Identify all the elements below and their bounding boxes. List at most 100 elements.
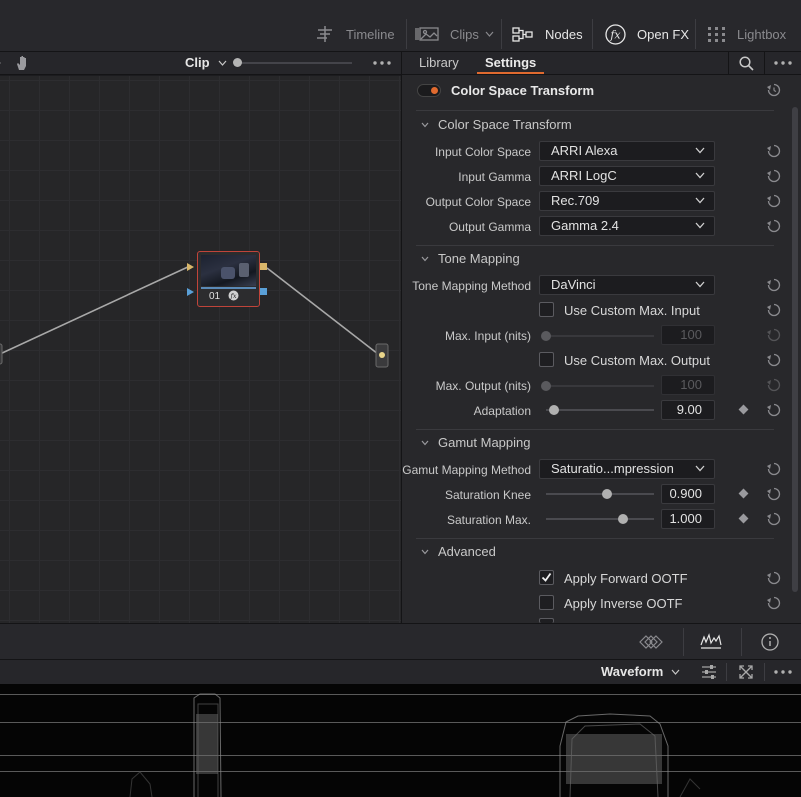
node-alpha-input[interactable]	[187, 288, 194, 296]
keyframe-icon[interactable]	[738, 404, 749, 415]
nodes-label: Nodes	[545, 26, 583, 42]
active-tab-indicator	[477, 72, 544, 74]
section-divider	[416, 429, 774, 430]
node-01[interactable]: 01 fx	[197, 251, 260, 307]
saturation-max-label: Saturation Max.	[446, 513, 531, 527]
reset-icon[interactable]	[766, 352, 782, 368]
saturation-knee-field[interactable]: 0.900	[661, 484, 715, 504]
input-color-space-value: ARRI Alexa	[551, 143, 618, 158]
checkmark-icon	[541, 572, 552, 582]
gamut-mapping-method-select[interactable]: Saturatio...mpression	[539, 459, 715, 479]
info-icon[interactable]	[761, 633, 779, 651]
section-divider	[416, 110, 774, 111]
effect-enable-toggle[interactable]	[417, 84, 441, 97]
scope-mode-select[interactable]: Waveform	[601, 664, 680, 679]
effect-title: Color Space Transform	[451, 83, 595, 98]
saturation-max-slider-track[interactable]	[546, 518, 654, 520]
keyframe-icon[interactable]	[738, 513, 749, 524]
reset-icon[interactable]	[766, 511, 782, 527]
tone-mapping-method-select[interactable]: DaVinci	[539, 275, 715, 295]
section-advanced-header[interactable]: Advanced	[421, 544, 496, 559]
chevron-down-icon	[421, 549, 429, 554]
saturation-knee-slider-track[interactable]	[546, 493, 654, 495]
node-number: 01	[209, 291, 221, 302]
input-color-space-label: Input Color Space	[434, 145, 531, 159]
expand-icon[interactable]	[739, 665, 753, 679]
section-divider	[416, 245, 774, 246]
settings-scrollbar[interactable]	[792, 107, 798, 592]
node-mode-select[interactable]: Clip	[185, 55, 227, 70]
clips-toggle[interactable]: Clips	[415, 17, 494, 51]
section-cst-header[interactable]: Color Space Transform	[421, 117, 572, 132]
input-gamma-select[interactable]: ARRI LogC	[539, 166, 715, 186]
source-input-node[interactable]	[0, 343, 3, 365]
node-alpha-output[interactable]	[260, 288, 267, 295]
toolbar-divider	[695, 19, 696, 49]
node-thumbnail	[201, 255, 256, 286]
tab-library[interactable]: Library	[419, 55, 459, 70]
section-advanced-label: Advanced	[438, 544, 496, 559]
adaptation-field[interactable]: 9.00	[661, 400, 715, 420]
reset-icon[interactable]	[766, 461, 782, 477]
scope-settings-icon[interactable]	[701, 664, 717, 680]
tab-settings[interactable]: Settings	[485, 55, 536, 70]
reset-icon[interactable]	[766, 168, 782, 184]
chevron-down-icon	[218, 60, 227, 66]
zoom-slider-knob[interactable]	[233, 58, 242, 67]
node-rgb-input[interactable]	[187, 263, 194, 271]
node-rgb-output[interactable]	[260, 263, 267, 270]
section-gamut-header[interactable]: Gamut Mapping	[421, 435, 531, 450]
max-input-slider-track	[546, 335, 654, 337]
use-custom-max-input-checkbox[interactable]	[539, 302, 554, 317]
chevron-down-icon	[695, 222, 705, 229]
reset-icon[interactable]	[766, 143, 782, 159]
nodes-toggle[interactable]: Nodes	[512, 17, 583, 51]
reset-icon[interactable]	[766, 486, 782, 502]
effect-reset-icon[interactable]	[766, 82, 782, 98]
output-gamma-value: Gamma 2.4	[551, 218, 619, 233]
output-color-space-select[interactable]: Rec.709	[539, 191, 715, 211]
chevron-down-icon	[421, 256, 429, 261]
adaptation-slider-track[interactable]	[546, 409, 654, 411]
saturation-max-slider-knob[interactable]	[618, 514, 628, 524]
apply-forward-ootf-checkbox[interactable]	[539, 570, 554, 585]
chevron-down-icon	[695, 147, 705, 154]
use-custom-max-output-label: Use Custom Max. Output	[564, 353, 710, 368]
gamut-mapping-method-label: Gamut Mapping Method	[402, 463, 531, 477]
zoom-slider-track[interactable]	[237, 62, 352, 64]
hand-icon[interactable]	[14, 54, 32, 72]
section-tone-header[interactable]: Tone Mapping	[421, 251, 520, 266]
reset-icon[interactable]	[766, 277, 782, 293]
reset-icon[interactable]	[766, 193, 782, 209]
keyframe-icon[interactable]	[738, 488, 749, 499]
more-options-icon[interactable]	[373, 61, 391, 65]
reset-icon[interactable]	[766, 402, 782, 418]
use-custom-max-input-label: Use Custom Max. Input	[564, 303, 700, 318]
use-custom-max-output-checkbox[interactable]	[539, 352, 554, 367]
reset-icon[interactable]	[766, 595, 782, 611]
timeline-label: Timeline	[346, 26, 395, 42]
layers-icon[interactable]	[638, 635, 664, 649]
saturation-knee-slider-knob[interactable]	[602, 489, 612, 499]
apply-inverse-ootf-checkbox[interactable]	[539, 595, 554, 610]
reset-icon[interactable]	[766, 218, 782, 234]
reset-icon[interactable]	[766, 302, 782, 318]
search-icon[interactable]	[739, 56, 754, 71]
node-graph[interactable]: 01 fx	[0, 76, 401, 623]
more-options-icon[interactable]	[774, 61, 792, 65]
play-icon[interactable]	[0, 55, 3, 71]
openfx-toggle[interactable]: fx Open FX	[605, 17, 689, 51]
output-color-space-label: Output Color Space	[425, 195, 531, 209]
section-tone-label: Tone Mapping	[438, 251, 520, 266]
reset-icon[interactable]	[766, 570, 782, 586]
lightbox-toggle[interactable]: Lightbox	[707, 17, 786, 51]
scopes-icon[interactable]	[700, 632, 722, 650]
fx-icon: fx	[605, 23, 626, 45]
saturation-knee-label: Saturation Knee	[444, 488, 531, 502]
more-options-icon[interactable]	[774, 670, 792, 674]
input-color-space-select[interactable]: ARRI Alexa	[539, 141, 715, 161]
timeline-toggle[interactable]: Timeline	[316, 17, 395, 51]
output-gamma-select[interactable]: Gamma 2.4	[539, 216, 715, 236]
saturation-max-field[interactable]: 1.000	[661, 509, 715, 529]
adaptation-slider-knob[interactable]	[549, 405, 559, 415]
